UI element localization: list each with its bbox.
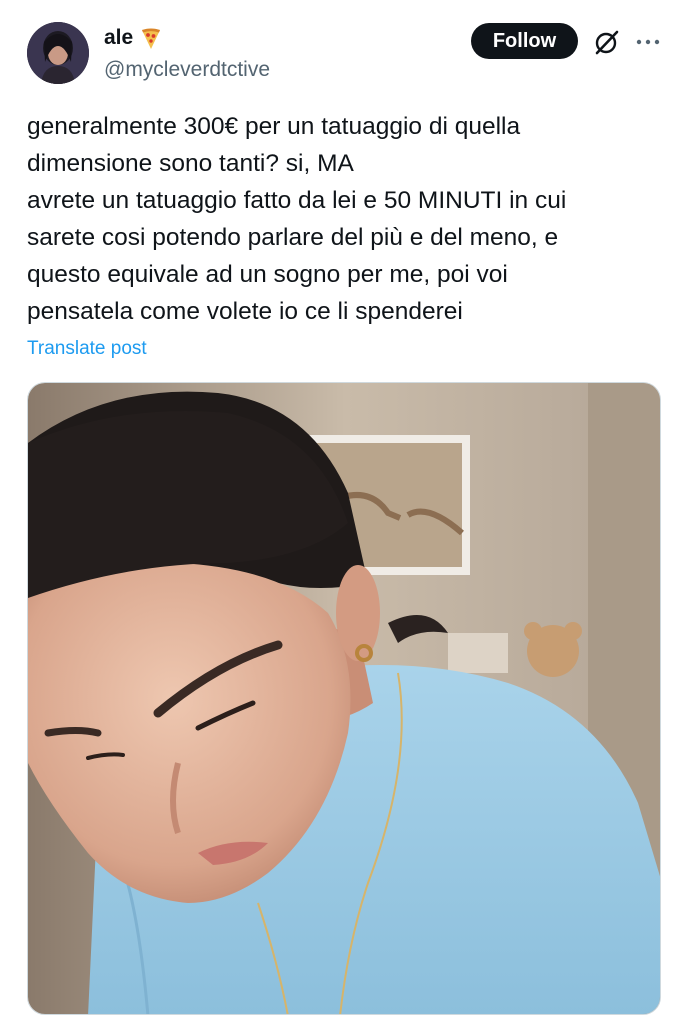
tweet-text: generalmente 300€ per un tatuaggio di qu… [27, 108, 657, 330]
avatar-image [27, 22, 89, 84]
tweet-header: ale @mycleverdtctive Follow [0, 0, 689, 100]
tweet-text-line: questo equivale ad un sogno per me, poi … [27, 261, 508, 288]
tweet-text-line: sarete cosi potendo parlare del più e de… [27, 224, 559, 251]
more-icon[interactable] [633, 32, 663, 52]
tweet-text-line: avrete un tatuaggio fatto da lei e 50 MI… [27, 187, 567, 214]
tweet-text-line: generalmente 300€ per un tatuaggio di qu… [27, 113, 521, 140]
grok-icon[interactable] [593, 28, 621, 56]
tweet-photo[interactable] [27, 382, 661, 1015]
author-handle[interactable]: @mycleverdtctive [104, 57, 270, 83]
avatar[interactable] [27, 22, 89, 84]
tweet-text-line: dimensione sono tanti? si, MA [27, 150, 354, 177]
pizza-icon [139, 26, 163, 50]
author-display-name[interactable]: ale [104, 25, 133, 51]
author-name-row[interactable]: ale [104, 25, 163, 51]
follow-button[interactable]: Follow [471, 23, 578, 59]
photo-image [28, 383, 660, 1014]
tweet-text-line: pensatela come volete io ce li spenderei [27, 298, 463, 325]
translate-post-link[interactable]: Translate post [27, 336, 147, 362]
